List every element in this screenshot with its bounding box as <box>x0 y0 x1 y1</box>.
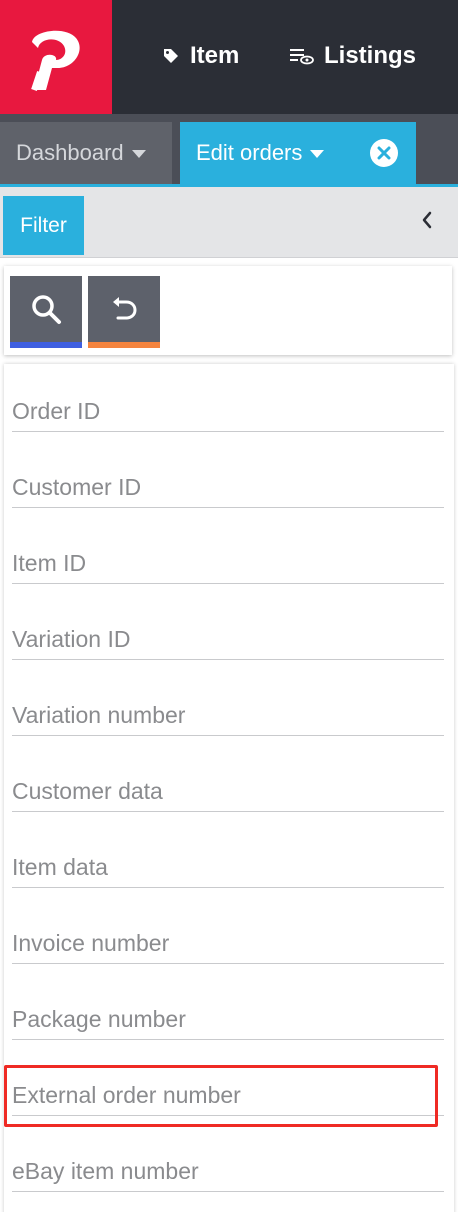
tag-icon <box>164 49 178 63</box>
ebay-item-number-field[interactable]: eBay item number <box>12 1152 444 1192</box>
caret-down-icon[interactable] <box>131 150 146 158</box>
customer-id-field[interactable]: Customer ID <box>12 468 444 508</box>
variation-number-field[interactable]: Variation number <box>12 696 444 736</box>
tab-bar: Dashboard Edit orders <box>0 114 458 184</box>
collapse-panel-button[interactable] <box>416 207 438 233</box>
item-id-field[interactable]: Item ID <box>12 544 444 584</box>
nav-listings-label: Listings <box>324 42 417 69</box>
item-data-field[interactable]: Item data <box>12 848 444 888</box>
top-navigation-bar: Item Listings <box>0 0 458 114</box>
reset-button[interactable] <box>88 276 160 348</box>
close-icon <box>377 146 391 160</box>
chevron-left-icon <box>422 211 432 229</box>
tab-dashboard[interactable]: Dashboard <box>0 122 172 184</box>
close-tab-button[interactable] <box>370 139 398 167</box>
invoice-number-field[interactable]: Invoice number <box>12 924 444 964</box>
nav-listings-link[interactable]: Listings <box>290 38 416 74</box>
undo-icon <box>113 297 137 320</box>
plenty-logo[interactable] <box>0 0 112 114</box>
filter-header: Filter <box>0 187 458 258</box>
search-button[interactable] <box>10 276 82 348</box>
filter-button[interactable]: Filter <box>3 196 84 255</box>
search-icon <box>32 295 61 324</box>
listings-icon <box>290 49 314 65</box>
nav-item-link[interactable]: Item <box>162 38 239 74</box>
variation-id-field[interactable]: Variation ID <box>12 620 444 660</box>
nav-item-label: Item <box>190 42 240 69</box>
tab-edit-orders[interactable]: Edit orders <box>180 122 416 184</box>
customer-data-field[interactable]: Customer data <box>12 772 444 812</box>
caret-down-icon[interactable] <box>310 150 325 158</box>
package-number-field[interactable]: Package number <box>12 1000 444 1040</box>
filter-actions <box>4 266 452 355</box>
order-id-field[interactable]: Order ID <box>12 392 444 432</box>
highlight-box <box>4 1065 438 1127</box>
tab-edit-orders-label: Edit orders <box>196 140 303 165</box>
tab-dashboard-label: Dashboard <box>16 140 124 165</box>
plenty-logo-icon <box>31 30 80 91</box>
